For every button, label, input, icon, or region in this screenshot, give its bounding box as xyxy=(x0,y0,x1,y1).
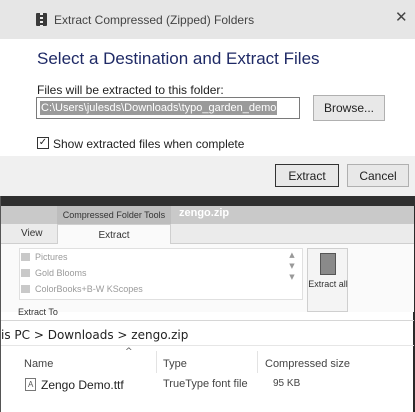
destination-item-label: Gold Blooms xyxy=(35,268,87,278)
column-header-name[interactable]: Name xyxy=(24,358,53,370)
file-type: TrueType font file xyxy=(163,378,248,390)
file-name[interactable]: Zengo Demo.ttf xyxy=(41,378,124,392)
destination-item[interactable]: ColorBooks+B-W KScopes xyxy=(21,282,143,296)
scroll-down-icon[interactable]: ▼ xyxy=(285,261,299,272)
scroll-up-icon[interactable]: ▲ xyxy=(285,250,299,261)
cancel-button[interactable]: Cancel xyxy=(347,164,409,187)
explorer-window: Compressed Folder Tools zengo.zip View E… xyxy=(0,196,415,412)
zip-folder-icon xyxy=(320,253,336,275)
gallery-expand-icon[interactable]: ▼ xyxy=(285,272,299,283)
destination-item-label: ColorBooks+B-W KScopes xyxy=(35,284,143,294)
column-divider[interactable] xyxy=(257,351,258,373)
folder-icon xyxy=(21,253,30,261)
window-frame-strip xyxy=(1,196,415,206)
destination-item[interactable]: Pictures xyxy=(21,250,68,264)
ribbon-group-label: Extract To xyxy=(18,307,58,317)
file-size: 95 KB xyxy=(273,378,301,389)
column-header-type[interactable]: Type xyxy=(163,358,187,370)
browse-button[interactable]: Browse... xyxy=(313,95,385,121)
tab-view[interactable]: View xyxy=(21,228,43,239)
dialog-title: Extract Compressed (Zipped) Folders xyxy=(54,13,255,27)
destination-label: Files will be extracted to this folder: xyxy=(37,83,224,97)
destination-path-text: C:\Users\julesds\Downloads\typo_garden_d… xyxy=(40,101,278,115)
context-tab-compressed-folder-tools[interactable]: Compressed Folder Tools xyxy=(57,206,171,224)
destination-item-label: Pictures xyxy=(35,252,68,262)
destination-path-input[interactable]: C:\Users\julesds\Downloads\typo_garden_d… xyxy=(36,97,300,119)
gallery-scrollbar[interactable]: ▲ ▼ ▼ xyxy=(285,250,299,298)
extract-dialog: Extract Compressed (Zipped) Folders ✕ Se… xyxy=(0,0,415,196)
extract-button[interactable]: Extract xyxy=(275,164,339,187)
folder-icon xyxy=(21,285,30,293)
folder-icon xyxy=(21,269,30,277)
show-files-checkbox[interactable]: ✓ xyxy=(37,137,49,149)
close-icon[interactable]: ✕ xyxy=(395,8,408,26)
window-title: zengo.zip xyxy=(179,207,230,219)
sort-ascending-icon: ^ xyxy=(125,347,133,357)
tab-extract[interactable]: Extract xyxy=(57,224,171,245)
zip-folder-icon xyxy=(36,13,47,26)
address-bar[interactable]: is PC > Downloads > zengo.zip xyxy=(1,328,188,342)
address-divider xyxy=(1,345,414,346)
show-files-label: Show extracted files when complete xyxy=(53,137,245,151)
column-divider[interactable] xyxy=(156,351,157,373)
extract-all-label: Extract all xyxy=(308,279,348,289)
extract-all-button[interactable]: Extract all xyxy=(307,248,348,312)
ribbon-divider xyxy=(1,320,414,321)
column-header-compressed-size[interactable]: Compressed size xyxy=(265,358,350,370)
dialog-heading: Select a Destination and Extract Files xyxy=(37,49,320,68)
font-file-icon xyxy=(25,378,36,391)
destination-item[interactable]: Gold Blooms xyxy=(21,266,87,280)
